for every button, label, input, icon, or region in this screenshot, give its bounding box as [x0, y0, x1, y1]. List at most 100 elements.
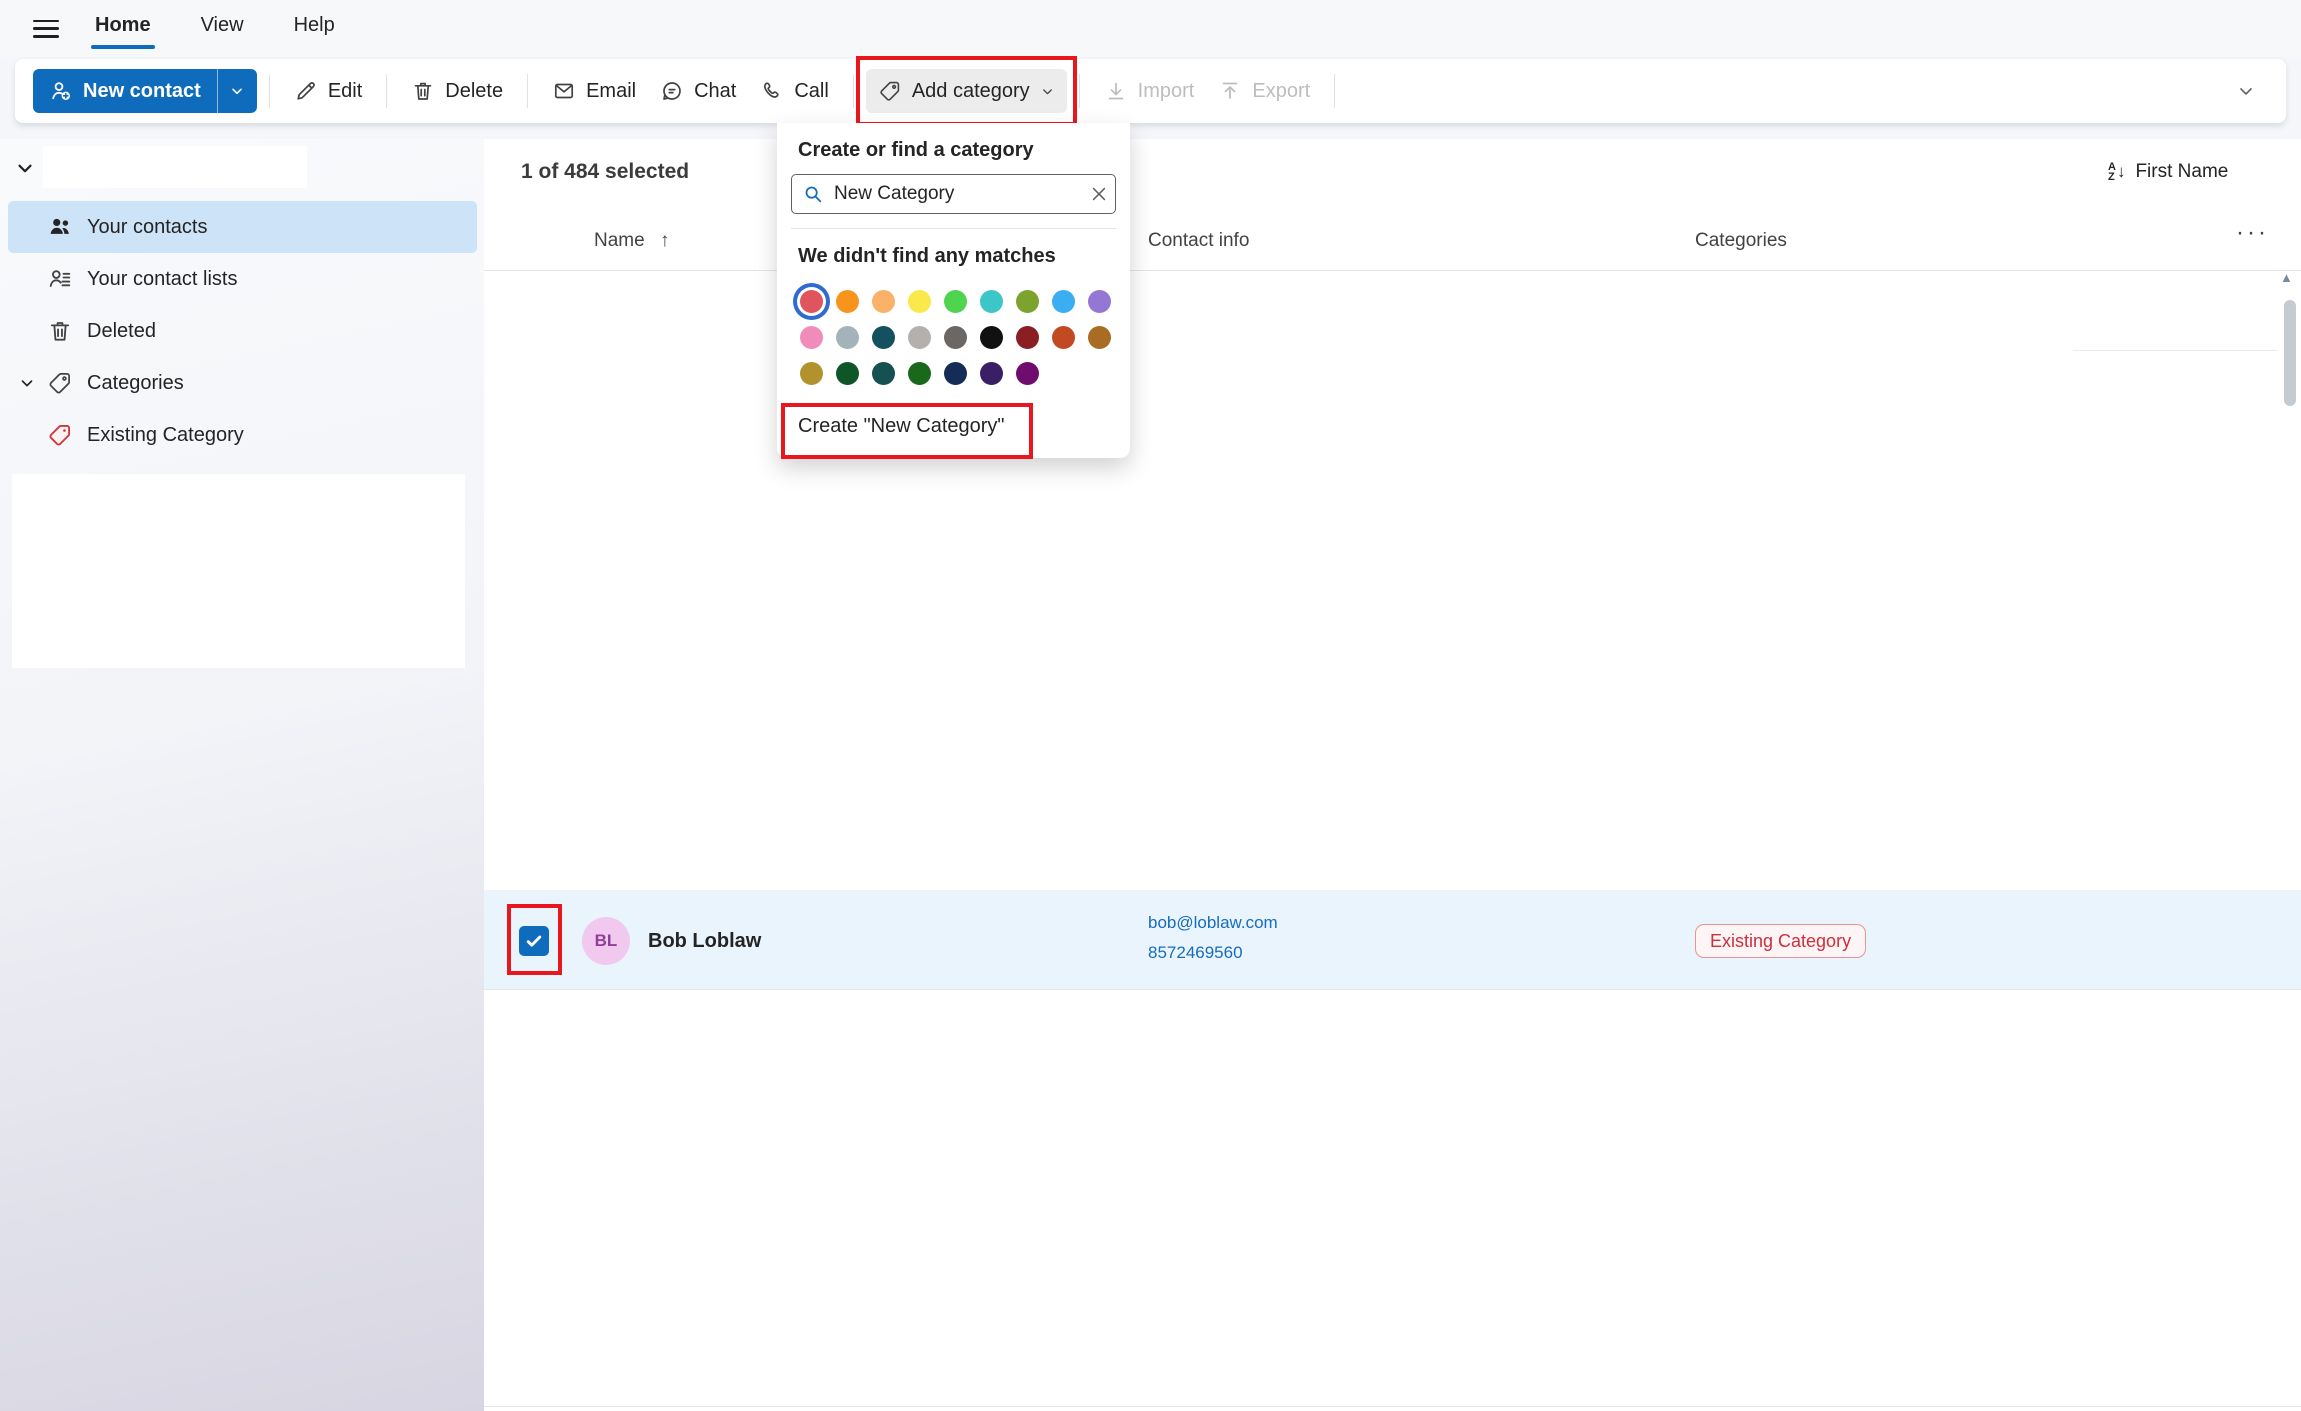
row-separator — [484, 1406, 2301, 1407]
category-color-swatch[interactable] — [800, 290, 823, 313]
category-color-swatch[interactable] — [836, 326, 859, 349]
category-color-swatch[interactable] — [800, 362, 823, 385]
category-color-swatch[interactable] — [1088, 290, 1111, 313]
add-category-button[interactable]: Add category — [866, 69, 1067, 113]
column-header-categories[interactable]: Categories — [1695, 230, 1787, 252]
chevron-down-icon — [1040, 84, 1055, 99]
sidebar-item-existing-category[interactable]: Existing Category — [8, 409, 477, 461]
sidebar-item-deleted[interactable]: Deleted — [8, 305, 477, 357]
row-checkbox[interactable] — [519, 926, 549, 956]
sidebar-item-label: Existing Category — [87, 424, 244, 447]
category-color-swatch[interactable] — [872, 290, 895, 313]
column-header-contact-info[interactable]: Contact info — [1148, 230, 1249, 252]
category-color-swatch[interactable] — [944, 326, 967, 349]
category-color-swatch[interactable] — [944, 290, 967, 313]
create-category-wrapper: Create "New Category" — [791, 411, 1116, 442]
tab-help[interactable]: Help — [292, 8, 337, 49]
contacts-list-panel: 1 of 484 selected AZ ↓ First Name Name ↑… — [484, 139, 2301, 1411]
checkmark-icon — [524, 931, 544, 951]
email-link[interactable]: bob@loblaw.com — [1148, 908, 1278, 938]
category-color-swatch[interactable] — [1088, 326, 1111, 349]
phone-icon — [760, 79, 784, 103]
sidebar-redacted-block — [12, 474, 465, 668]
toolbar-separator — [269, 74, 270, 108]
phone-link[interactable]: 8572469560 — [1148, 938, 1278, 968]
pencil-icon — [294, 79, 318, 103]
category-color-swatch[interactable] — [1016, 362, 1039, 385]
dropdown-divider — [791, 228, 1116, 229]
trash-icon — [411, 79, 435, 103]
toolbar-overflow-chevron[interactable] — [2236, 81, 2256, 101]
delete-button[interactable]: Delete — [399, 69, 515, 113]
category-color-swatch[interactable] — [872, 326, 895, 349]
category-color-swatch[interactable] — [908, 290, 931, 313]
export-button[interactable]: Export — [1206, 69, 1322, 113]
tab-home[interactable]: Home — [93, 8, 153, 49]
category-color-swatch[interactable] — [980, 362, 1003, 385]
category-color-swatch[interactable] — [980, 290, 1003, 313]
toolbar: New contact Edit Delete — [15, 59, 2286, 123]
sort-control[interactable]: AZ ↓ First Name — [2108, 161, 2228, 183]
menu-bar: Home View Help — [0, 0, 2301, 57]
scrollbar-up-arrow[interactable]: ▲ — [2280, 270, 2293, 285]
sidebar-item-your-contacts[interactable]: Your contacts — [8, 201, 477, 253]
category-search-input[interactable] — [834, 183, 1079, 205]
category-color-swatch[interactable] — [980, 326, 1003, 349]
contact-row[interactable]: BL Bob Loblaw bob@loblaw.com 8572469560 … — [484, 890, 2301, 990]
sidebar-item-categories[interactable]: Categories — [8, 357, 477, 409]
chat-button[interactable]: Chat — [648, 69, 748, 113]
chat-bubble-icon — [660, 79, 684, 103]
email-label: Email — [586, 80, 636, 103]
sidebar-item-your-contact-lists[interactable]: Your contact lists — [8, 253, 477, 305]
category-color-swatch[interactable] — [836, 290, 859, 313]
trash-icon — [47, 318, 73, 344]
tab-view[interactable]: View — [199, 8, 246, 49]
category-color-swatch[interactable] — [800, 326, 823, 349]
person-add-icon — [49, 79, 73, 103]
call-button[interactable]: Call — [748, 69, 840, 113]
add-category-label: Add category — [912, 80, 1030, 103]
category-color-swatch[interactable] — [1052, 326, 1075, 349]
category-color-swatch[interactable] — [908, 362, 931, 385]
delete-label: Delete — [445, 80, 503, 103]
category-color-swatch[interactable] — [1016, 290, 1039, 313]
people-icon — [47, 214, 73, 240]
category-color-swatch[interactable] — [1052, 290, 1075, 313]
more-options-ellipsis[interactable]: ··· — [2236, 219, 2269, 247]
import-button[interactable]: Import — [1092, 69, 1207, 113]
sort-az-icon: AZ ↓ — [2108, 162, 2125, 182]
upload-arrow-icon — [1218, 79, 1242, 103]
chevron-down-icon — [2236, 81, 2256, 101]
add-category-dropdown: Create or find a category We didn't find… — [777, 123, 1130, 458]
chevron-down-icon[interactable] — [18, 374, 36, 392]
row-separator-fragment — [2073, 350, 2277, 351]
avatar: BL — [582, 917, 630, 965]
new-contact-dropdown-arrow[interactable] — [217, 69, 257, 113]
contact-info-cell: bob@loblaw.com 8572469560 — [1148, 908, 1278, 968]
column-headers: Name ↑ Contact info Categories ··· — [484, 213, 2301, 271]
email-button[interactable]: Email — [540, 69, 648, 113]
edit-button[interactable]: Edit — [282, 69, 374, 113]
category-color-swatch[interactable] — [872, 362, 895, 385]
selection-status: 1 of 484 selected — [521, 160, 689, 184]
chevron-down-icon — [229, 83, 245, 99]
create-category-button[interactable]: Create "New Category" — [791, 411, 1116, 442]
sidebar-collapse-chevron-icon[interactable] — [14, 157, 36, 179]
category-search-box — [791, 174, 1116, 214]
dropdown-title: Create or find a category — [798, 139, 1109, 162]
hamburger-menu-icon[interactable] — [33, 20, 59, 38]
people-list-icon — [47, 266, 73, 292]
column-header-name[interactable]: Name ↑ — [594, 230, 669, 252]
export-label: Export — [1252, 80, 1310, 103]
new-contact-button[interactable]: New contact — [33, 69, 217, 113]
category-badge[interactable]: Existing Category — [1695, 924, 1866, 958]
category-color-swatch[interactable] — [944, 362, 967, 385]
scrollbar-thumb[interactable] — [2284, 300, 2296, 406]
clear-search-icon[interactable] — [1089, 184, 1109, 204]
sidebar-item-label: Deleted — [87, 320, 156, 343]
account-name-redacted — [43, 146, 307, 188]
no-matches-message: We didn't find any matches — [798, 245, 1109, 268]
category-color-swatch[interactable] — [1016, 326, 1039, 349]
category-color-swatch[interactable] — [836, 362, 859, 385]
category-color-swatch[interactable] — [908, 326, 931, 349]
